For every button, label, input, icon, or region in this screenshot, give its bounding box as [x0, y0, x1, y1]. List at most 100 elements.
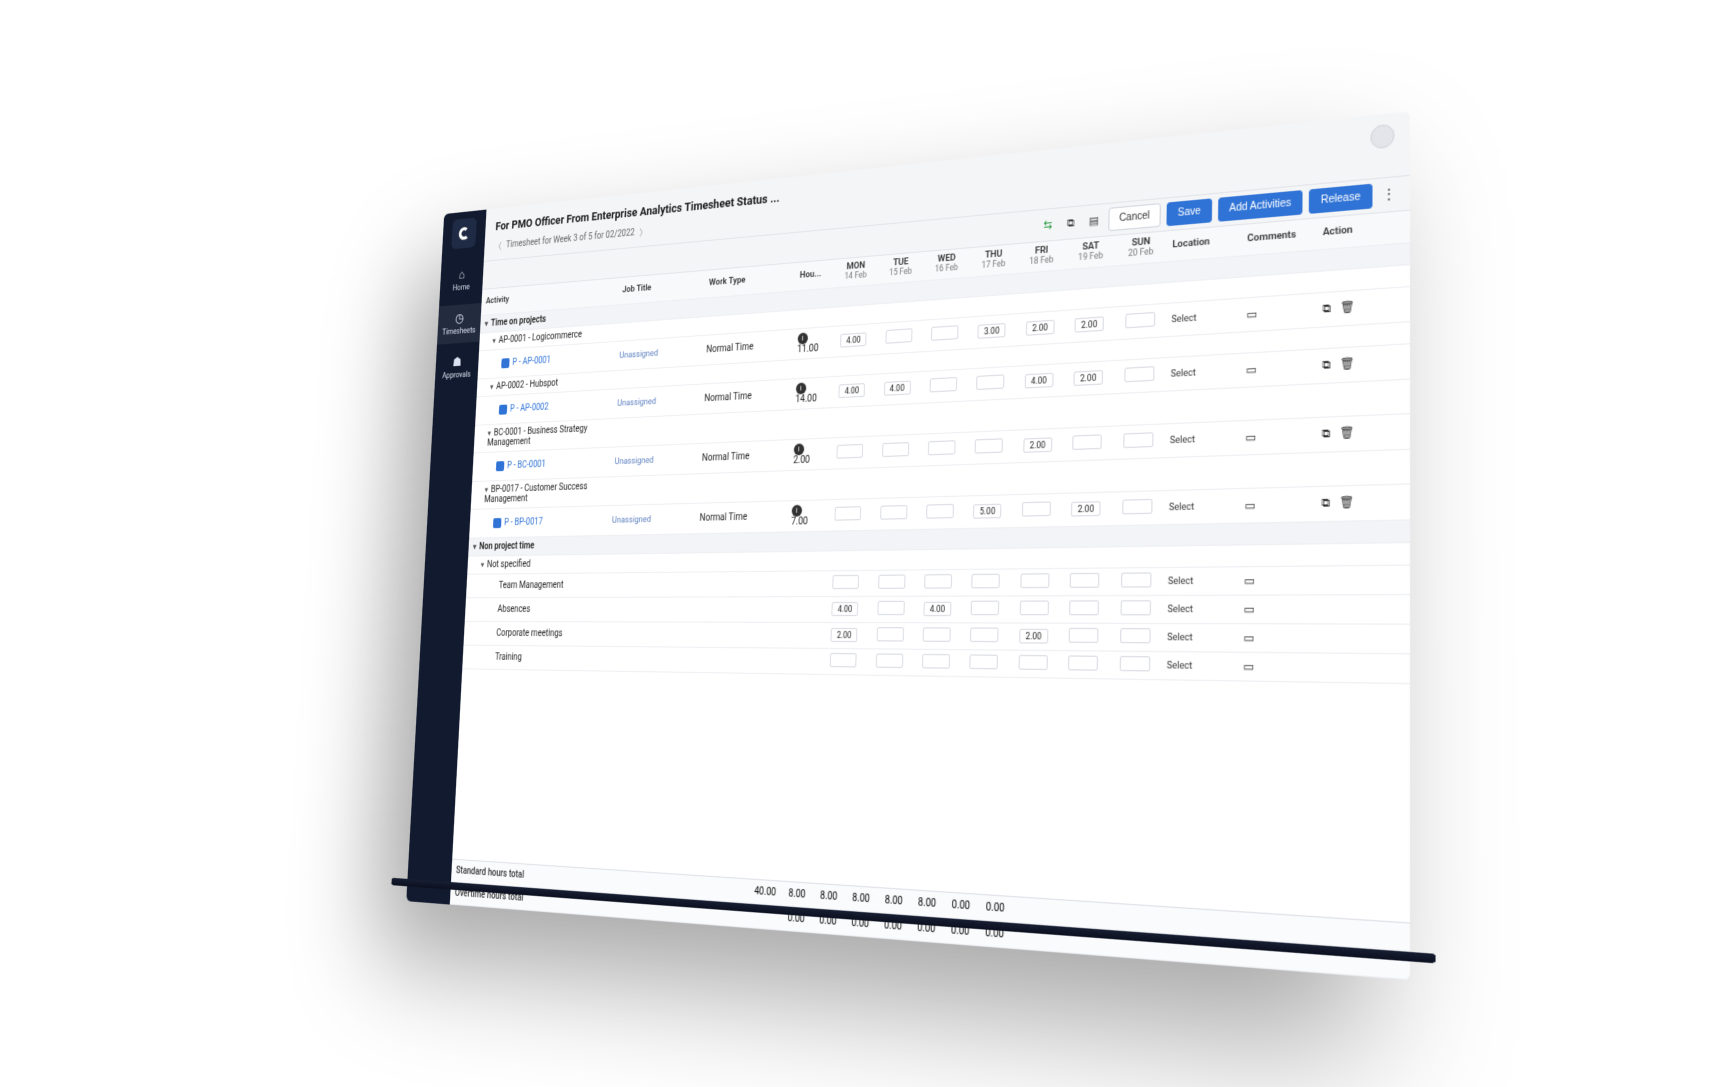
hours-input[interactable] [877, 600, 904, 614]
comment-icon[interactable]: ▭ [1245, 429, 1256, 443]
hours-input[interactable] [969, 654, 998, 669]
user-avatar[interactable] [1370, 123, 1394, 149]
expand-icon[interactable] [472, 541, 479, 551]
location-select[interactable]: Select [1167, 576, 1193, 587]
hours-input[interactable] [922, 653, 950, 668]
info-icon[interactable]: i [795, 382, 806, 394]
hours-input[interactable]: 4.00 [1024, 372, 1053, 388]
col-mon[interactable]: MON14 Feb [833, 255, 878, 287]
hours-input[interactable] [832, 574, 859, 588]
hours-input[interactable] [1119, 655, 1150, 670]
hours-input[interactable] [1021, 501, 1050, 516]
hours-input[interactable] [1020, 572, 1049, 587]
hours-input[interactable] [922, 627, 950, 642]
hours-input[interactable] [1119, 627, 1150, 642]
col-sun[interactable]: SUN20 Feb [1115, 231, 1166, 265]
hours-input[interactable] [877, 574, 904, 588]
task-link[interactable]: P - BC-0001 [506, 459, 545, 470]
col-fri[interactable]: FRI18 Feb [1017, 239, 1066, 272]
col-thu[interactable]: THU17 Feb [969, 244, 1017, 277]
location-select[interactable]: Select [1169, 434, 1194, 446]
hours-input[interactable] [879, 504, 906, 519]
job-title[interactable]: Unassigned [611, 514, 650, 525]
hours-input[interactable] [876, 626, 903, 640]
job-title[interactable]: Unassigned [617, 396, 656, 408]
comment-icon[interactable]: ▭ [1246, 306, 1257, 321]
col-sat[interactable]: SAT19 Feb [1065, 235, 1115, 269]
hours-input[interactable]: 4.00 [840, 332, 866, 347]
comment-icon[interactable]: ▭ [1243, 630, 1254, 644]
hours-input[interactable] [829, 652, 856, 666]
location-select[interactable]: Select [1168, 501, 1193, 512]
hours-input[interactable] [1018, 654, 1047, 669]
expand-icon[interactable] [484, 318, 491, 328]
task-link[interactable]: P - BP-0017 [503, 516, 542, 527]
link-icon[interactable]: ⇆ [1039, 215, 1056, 235]
hours-input[interactable]: 4.00 [923, 601, 951, 615]
hours-input[interactable] [974, 437, 1002, 452]
hours-input[interactable]: 3.00 [977, 323, 1005, 339]
job-title[interactable]: Unassigned [619, 347, 658, 360]
nav-approvals[interactable]: ☗ Approvals [434, 346, 479, 387]
comment-icon[interactable]: ▭ [1243, 601, 1254, 615]
duplicate-icon[interactable]: ⧉ [1322, 357, 1331, 372]
task-link[interactable]: P - AP-0001 [512, 355, 551, 367]
info-icon[interactable]: i [793, 443, 804, 455]
hours-input[interactable]: 5.00 [973, 503, 1001, 518]
delete-icon[interactable]: 🗑 [1338, 495, 1353, 510]
nav-home[interactable]: ⌂ Home [439, 258, 484, 301]
job-title[interactable]: Unassigned [614, 454, 653, 466]
hours-input[interactable] [970, 600, 999, 615]
info-icon[interactable]: i [797, 332, 808, 344]
hours-input[interactable]: 4.00 [883, 380, 910, 395]
add-activities-button[interactable]: Add Activities [1217, 190, 1302, 222]
hours-input[interactable]: 2.00 [1073, 370, 1102, 386]
location-select[interactable]: Select [1170, 367, 1195, 379]
duplicate-icon[interactable]: ⧉ [1321, 426, 1330, 441]
hours-input[interactable] [1122, 431, 1152, 447]
expand-icon[interactable] [487, 428, 494, 438]
duplicate-icon[interactable]: ⧉ [1321, 495, 1330, 510]
hours-input[interactable] [1069, 572, 1099, 587]
hours-input[interactable]: 2.00 [1018, 628, 1047, 643]
expand-icon[interactable] [489, 381, 496, 391]
expand-icon[interactable] [484, 484, 491, 494]
hours-input[interactable]: 2.00 [1023, 437, 1052, 452]
hours-input[interactable] [924, 573, 952, 587]
prev-week[interactable]: 〈 [494, 239, 502, 253]
hours-input[interactable] [1019, 600, 1048, 615]
hours-input[interactable] [929, 376, 957, 391]
comment-icon[interactable]: ▭ [1243, 573, 1254, 587]
hours-input[interactable] [1068, 627, 1098, 642]
cancel-button[interactable]: Cancel [1108, 203, 1161, 231]
hours-input[interactable] [927, 439, 955, 454]
duplicate-icon[interactable]: ⧉ [1322, 301, 1331, 316]
calendar-icon[interactable]: ▤ [1084, 210, 1102, 230]
hours-input[interactable] [1121, 498, 1151, 514]
copy-icon[interactable]: ⧉ [1061, 213, 1079, 233]
hours-input[interactable] [970, 627, 999, 642]
hours-input[interactable] [1072, 433, 1102, 449]
hours-input[interactable] [926, 503, 954, 518]
hours-input[interactable] [1120, 599, 1150, 614]
info-icon[interactable]: i [791, 504, 802, 516]
save-button[interactable]: Save [1166, 198, 1211, 226]
location-select[interactable]: Select [1171, 312, 1196, 324]
hours-input[interactable] [836, 443, 863, 458]
col-location[interactable]: Location [1166, 224, 1241, 261]
hours-input[interactable]: 2.00 [1025, 319, 1054, 335]
hours-input[interactable] [1124, 311, 1154, 327]
col-comments[interactable]: Comments [1240, 218, 1316, 255]
hours-input[interactable] [1068, 655, 1098, 670]
col-wed[interactable]: WED16 Feb [923, 248, 970, 281]
comment-icon[interactable]: ▭ [1243, 659, 1254, 674]
hours-input[interactable]: 2.00 [1074, 316, 1103, 332]
hours-input[interactable] [834, 505, 861, 519]
more-menu[interactable]: ⋮ [1378, 184, 1398, 203]
expand-icon[interactable] [480, 559, 487, 569]
hours-input[interactable] [1123, 365, 1153, 381]
hours-input[interactable]: 4.00 [838, 383, 865, 398]
hours-input[interactable] [1069, 600, 1099, 615]
delete-icon[interactable]: 🗑 [1339, 299, 1354, 314]
location-select[interactable]: Select [1167, 604, 1193, 615]
